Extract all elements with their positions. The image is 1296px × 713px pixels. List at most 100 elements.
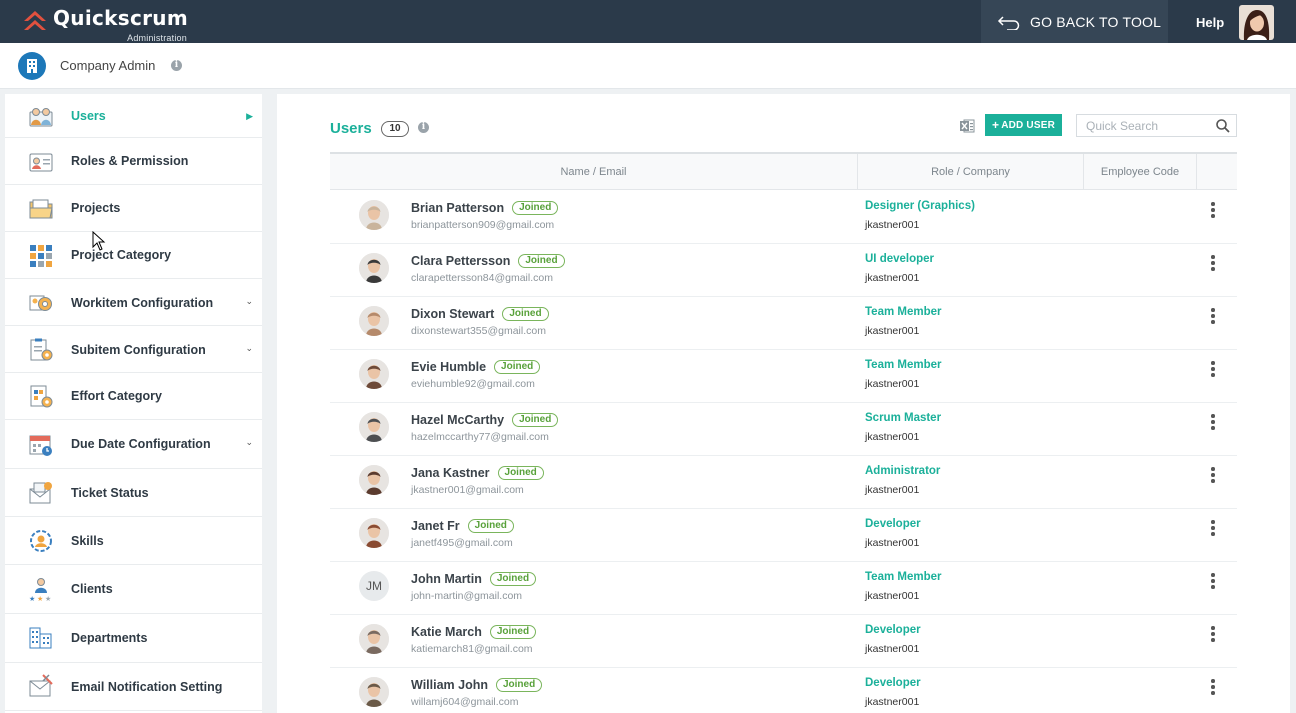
sidebar-item-label: Users <box>71 109 106 123</box>
sidebar-item-due-date-configuration[interactable]: Due Date Configuration ⌄ <box>5 420 262 469</box>
user-company: jkastner001 <box>865 590 920 602</box>
avatar-photo <box>359 359 389 389</box>
excel-export-icon[interactable] <box>959 118 975 134</box>
user-role[interactable]: Developer <box>865 677 921 689</box>
avatar-initials: JM <box>366 579 382 593</box>
avatar-photo <box>359 518 389 548</box>
user-role[interactable]: Team Member <box>865 571 941 583</box>
user-email: eviehumble92@gmail.com <box>411 378 535 390</box>
user-name-text: Dixon Stewart <box>411 307 495 321</box>
row-more-menu-icon[interactable] <box>1203 677 1223 697</box>
search-input[interactable] <box>1077 115 1207 136</box>
user-company: jkastner001 <box>865 325 920 337</box>
table-row[interactable]: JM John Martin Joined john-martin@gmail.c… <box>330 562 1237 615</box>
user-role[interactable]: UI developer <box>865 253 934 265</box>
sidebar-item-email-notification-setting[interactable]: Email Notification Setting <box>5 663 262 711</box>
user-name[interactable]: Katie March Joined <box>411 625 537 639</box>
table-row[interactable]: Dixon Stewart Joined dixonstewart355@gmai… <box>330 297 1237 350</box>
search-icon[interactable] <box>1216 119 1230 133</box>
table-row[interactable]: Evie Humble Joined eviehumble92@gmail.com… <box>330 350 1237 403</box>
joined-badge: Joined <box>502 307 549 321</box>
user-name[interactable]: John Martin Joined <box>411 572 537 586</box>
user-name-text: Brian Patterson <box>411 201 505 215</box>
row-more-menu-icon[interactable] <box>1203 306 1223 326</box>
add-user-button[interactable]: + ADD USER <box>985 114 1062 136</box>
sidebar-item-label: Projects <box>71 201 121 215</box>
grid-icon <box>30 245 52 267</box>
row-more-menu-icon[interactable] <box>1203 359 1223 379</box>
user-role[interactable]: Scrum Master <box>865 412 941 424</box>
quickscrum-logo[interactable]: Quickscrum Administration <box>22 7 188 43</box>
company-building-icon <box>18 52 46 80</box>
user-name[interactable]: Hazel McCarthy Joined <box>411 413 559 427</box>
go-back-to-tool-button[interactable]: GO BACK TO TOOL <box>981 0 1168 43</box>
help-link[interactable]: Help <box>1196 15 1224 30</box>
row-more-menu-icon[interactable] <box>1203 200 1223 220</box>
sidebar-item-label: Effort Category <box>71 389 162 403</box>
sidebar-item-clients[interactable]: ★ ★ ★ Clients <box>5 565 262 614</box>
user-name[interactable]: Brian Patterson Joined <box>411 201 559 215</box>
chevron-down-icon: ⌄ <box>245 296 253 306</box>
user-company: jkastner001 <box>865 484 920 496</box>
table-row[interactable]: William John Joined willamj604@gmail.com … <box>330 668 1237 713</box>
user-avatar <box>359 624 389 654</box>
users-heading: Users <box>330 120 372 137</box>
user-name[interactable]: William John Joined <box>411 678 543 692</box>
row-more-menu-icon[interactable] <box>1203 518 1223 538</box>
row-more-menu-icon[interactable] <box>1203 624 1223 644</box>
sidebar-item-projects[interactable]: Projects <box>5 185 262 232</box>
user-role[interactable]: Designer (Graphics) <box>865 200 975 212</box>
user-role[interactable]: Administrator <box>865 465 940 477</box>
user-avatar <box>359 412 389 442</box>
user-company: jkastner001 <box>865 378 920 390</box>
column-header-name-email[interactable]: Name / Email <box>330 154 858 190</box>
sidebar-item-ticket-status[interactable]: Ticket Status <box>5 469 262 517</box>
user-name[interactable]: Dixon Stewart Joined <box>411 307 549 321</box>
sidebar-item-skills[interactable]: Skills <box>5 517 262 565</box>
table-row[interactable]: Brian Patterson Joined brianpatterson909@… <box>330 191 1237 244</box>
user-email: janetf495@gmail.com <box>411 537 513 549</box>
table-row[interactable]: Janet Fr Joined janetf495@gmail.com Devel… <box>330 509 1237 562</box>
svg-text:★: ★ <box>37 595 43 602</box>
row-more-menu-icon[interactable] <box>1203 253 1223 273</box>
sidebar-item-users[interactable]: Users ▶ <box>5 94 262 138</box>
table-row[interactable]: Jana Kastner Joined jkastner001@gmail.com… <box>330 456 1237 509</box>
sidebar-item-workitem-configuration[interactable]: Workitem Configuration ⌄ <box>5 279 262 326</box>
sidebar-item-project-category[interactable]: Project Category <box>5 232 262 279</box>
row-more-menu-icon[interactable] <box>1203 465 1223 485</box>
users-icon <box>29 108 53 127</box>
table-row[interactable]: Clara Pettersson Joined clarapettersson84… <box>330 244 1237 297</box>
sidebar-item-effort-category[interactable]: Effort Category <box>5 373 262 420</box>
quick-search-box[interactable] <box>1076 114 1237 137</box>
row-more-menu-icon[interactable] <box>1203 571 1223 591</box>
user-avatar[interactable] <box>1239 5 1274 40</box>
user-name[interactable]: Jana Kastner Joined <box>411 466 544 480</box>
sidebar-item-departments[interactable]: Departments <box>5 614 262 663</box>
svg-text:★: ★ <box>45 595 51 602</box>
sidebar-item-roles-permission[interactable]: Roles & Permission <box>5 138 262 185</box>
info-icon[interactable]: i <box>418 122 429 133</box>
column-header-employee-code[interactable]: Employee Code <box>1084 154 1197 190</box>
sidebar-item-label: Due Date Configuration <box>71 437 211 451</box>
table-row[interactable]: Hazel McCarthy Joined hazelmccarthy77@gma… <box>330 403 1237 456</box>
user-role[interactable]: Team Member <box>865 359 941 371</box>
avatar-photo <box>359 306 389 336</box>
user-role[interactable]: Team Member <box>865 306 941 318</box>
table-row[interactable]: Katie March Joined katiemarch81@gmail.com… <box>330 615 1237 668</box>
sidebar: Users ▶ Roles & Permission Projects Proj… <box>5 94 262 713</box>
user-role[interactable]: Developer <box>865 518 921 530</box>
user-name[interactable]: Evie Humble Joined <box>411 360 541 374</box>
user-avatar <box>359 359 389 389</box>
sidebar-item-subitem-configuration[interactable]: Subitem Configuration ⌄ <box>5 326 262 373</box>
plus-icon: + <box>991 118 1000 132</box>
user-name[interactable]: Clara Pettersson Joined <box>411 254 565 268</box>
sidebar-item-label: Clients <box>71 582 113 596</box>
column-header-role-company[interactable]: Role / Company <box>858 154 1084 190</box>
info-icon[interactable]: i <box>171 60 182 71</box>
user-role[interactable]: Developer <box>865 624 921 636</box>
sidebar-item-label: Skills <box>71 534 104 548</box>
user-company: jkastner001 <box>865 219 920 231</box>
user-name[interactable]: Janet Fr Joined <box>411 519 514 533</box>
row-more-menu-icon[interactable] <box>1203 412 1223 432</box>
user-name-text: Hazel McCarthy <box>411 413 505 427</box>
